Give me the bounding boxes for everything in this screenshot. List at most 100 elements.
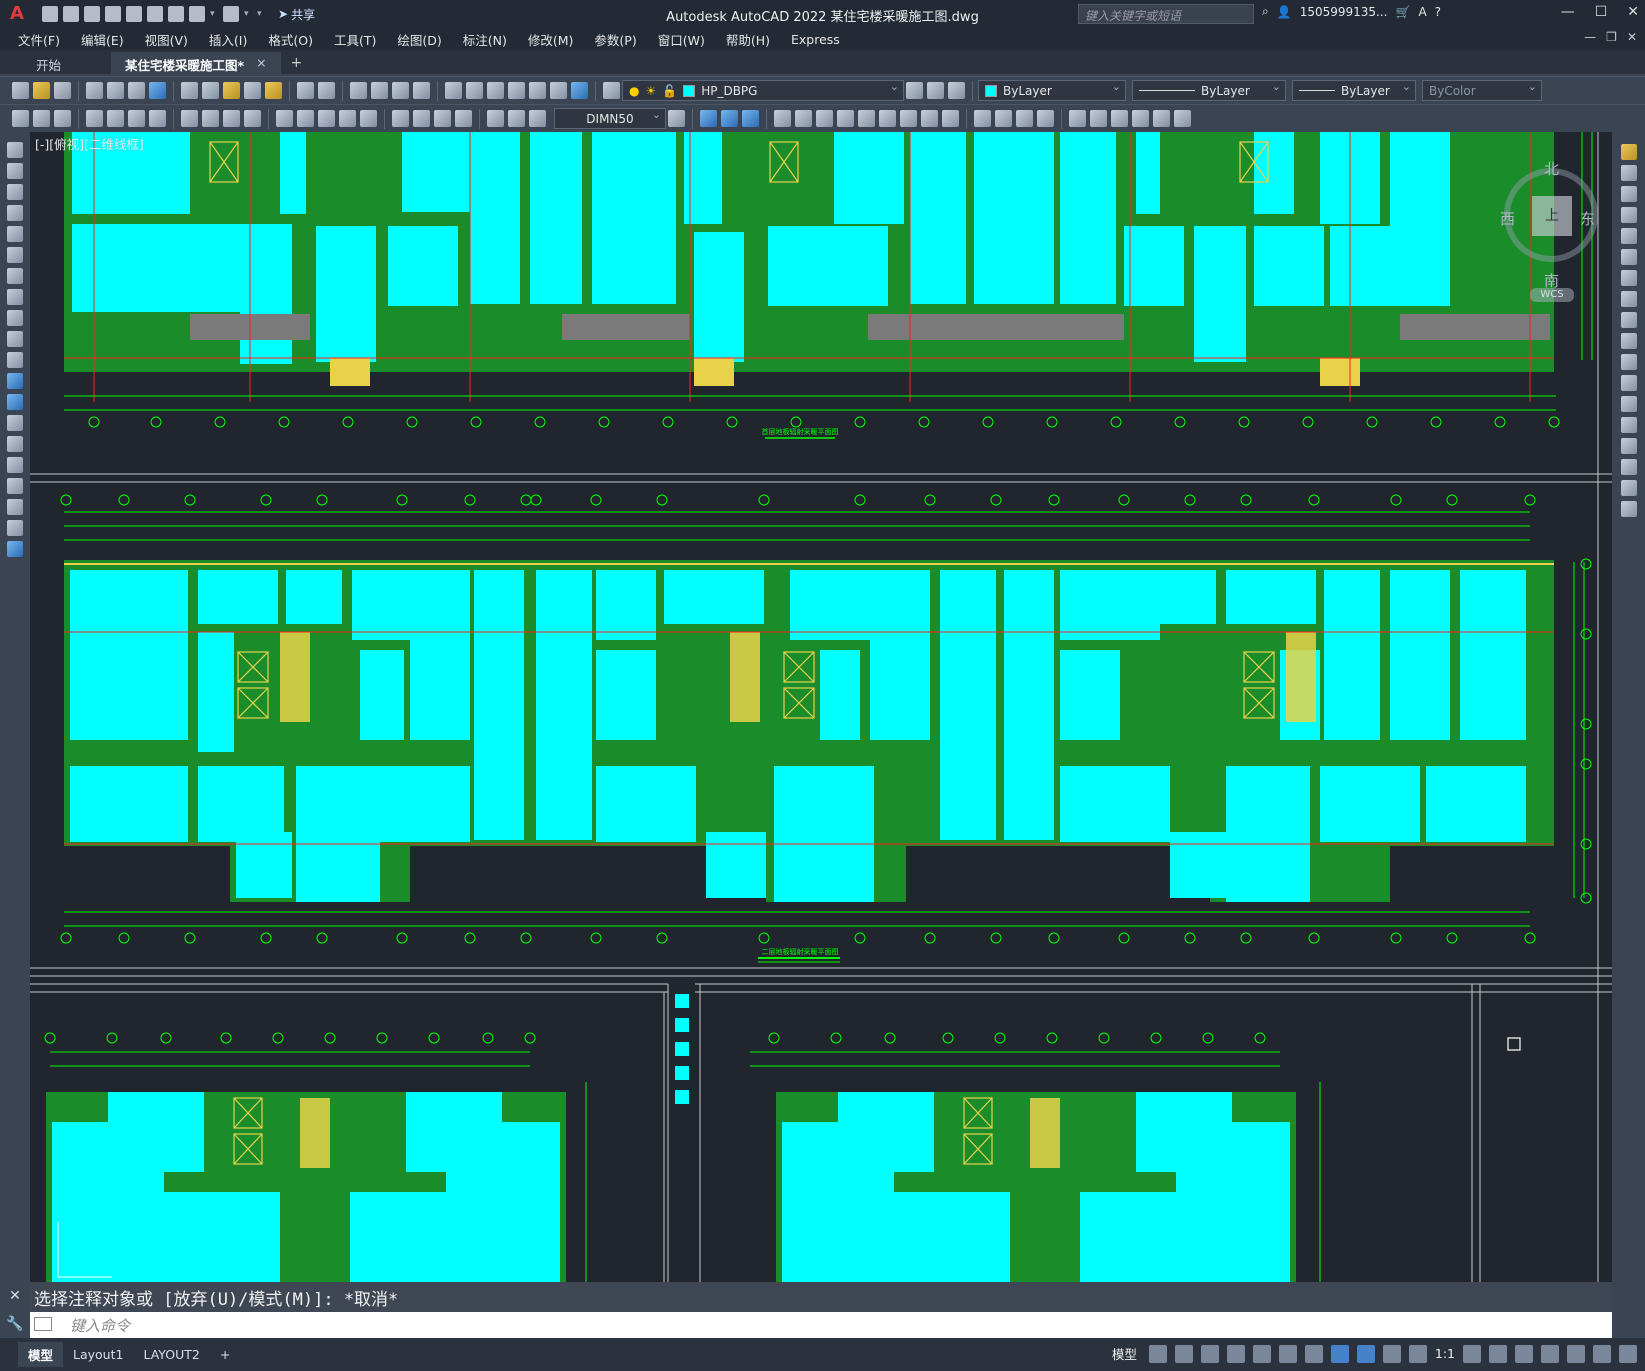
menu-edit[interactable]: 编辑(E) bbox=[81, 30, 136, 49]
user-name[interactable]: 1505999135... bbox=[1300, 5, 1388, 19]
save-icon[interactable] bbox=[84, 6, 100, 22]
menu-view[interactable]: 视图(V) bbox=[145, 30, 200, 49]
markup-icon[interactable] bbox=[529, 82, 546, 99]
layer-states-icon[interactable] bbox=[948, 82, 965, 99]
make-block-icon[interactable] bbox=[7, 394, 23, 410]
compass-east[interactable]: 东 bbox=[1580, 208, 1595, 229]
3d-dwf-icon[interactable] bbox=[149, 82, 166, 99]
lineweight-icon[interactable] bbox=[1330, 1344, 1349, 1363]
modify-8-icon[interactable] bbox=[858, 110, 875, 127]
dimension-space-icon[interactable] bbox=[339, 110, 356, 127]
isolate-objects-icon[interactable] bbox=[1567, 1344, 1585, 1363]
ortho-icon[interactable] bbox=[1200, 1344, 1219, 1363]
dimension-update-icon[interactable] bbox=[529, 110, 546, 127]
copy-icon[interactable] bbox=[202, 82, 219, 99]
polar-icon[interactable] bbox=[1226, 1344, 1245, 1363]
fillet-icon[interactable] bbox=[1620, 459, 1637, 475]
move-icon[interactable] bbox=[1620, 249, 1637, 265]
break-at-point-icon[interactable] bbox=[1620, 375, 1637, 391]
ellipse-icon[interactable] bbox=[7, 331, 23, 347]
paste-icon[interactable] bbox=[223, 82, 240, 99]
isodraft-icon[interactable] bbox=[1252, 1344, 1271, 1363]
blend-curves-icon[interactable] bbox=[1620, 480, 1637, 496]
explode-icon[interactable] bbox=[1620, 501, 1637, 517]
modify-17-icon[interactable] bbox=[1069, 110, 1086, 127]
command-prompt-icon[interactable] bbox=[34, 1317, 52, 1331]
tab-close-icon[interactable]: × bbox=[256, 55, 266, 71]
search-input[interactable]: 键入关键字或短语 bbox=[1078, 4, 1254, 24]
workspace-gear-icon[interactable] bbox=[1463, 1344, 1481, 1363]
join-icon[interactable] bbox=[1620, 417, 1637, 433]
zoom-window-icon[interactable] bbox=[392, 82, 409, 99]
multiline-text-icon[interactable] bbox=[7, 520, 23, 536]
undo-dropdown-icon[interactable]: ▾ bbox=[210, 9, 218, 19]
add-layout-button[interactable]: + bbox=[210, 1344, 240, 1365]
customize-command-icon[interactable]: 🔧 bbox=[6, 1316, 23, 1332]
center-mark-icon[interactable] bbox=[413, 110, 430, 127]
modify-10-icon[interactable] bbox=[900, 110, 917, 127]
diameter-dimension-icon[interactable] bbox=[223, 110, 240, 127]
modify-5-icon[interactable] bbox=[795, 110, 812, 127]
modify-18-icon[interactable] bbox=[1090, 110, 1107, 127]
inspection-icon[interactable] bbox=[434, 110, 451, 127]
maximize-icon[interactable]: ☐ bbox=[1595, 4, 1608, 20]
modify-22-icon[interactable] bbox=[1174, 110, 1191, 127]
layout-tab-layout1[interactable]: Layout1 bbox=[63, 1344, 133, 1365]
save-as-icon[interactable] bbox=[105, 6, 121, 22]
new-file-icon[interactable] bbox=[42, 6, 58, 22]
annotation-scale-icon[interactable] bbox=[1408, 1344, 1427, 1363]
zoom-realtime-icon[interactable] bbox=[371, 82, 388, 99]
close-icon[interactable]: ✕ bbox=[1627, 4, 1639, 20]
chamfer-icon[interactable] bbox=[1620, 438, 1637, 454]
aligned-dimension-icon[interactable] bbox=[107, 110, 124, 127]
undo-icon[interactable] bbox=[189, 6, 205, 22]
point-icon[interactable] bbox=[7, 415, 23, 431]
tool-palettes-icon[interactable] bbox=[487, 82, 504, 99]
menu-file[interactable]: 文件(F) bbox=[18, 30, 72, 49]
command-input[interactable]: 键入命令 bbox=[30, 1312, 1612, 1338]
quick-properties-icon[interactable] bbox=[1541, 1344, 1559, 1363]
rectangle-icon[interactable] bbox=[7, 226, 23, 242]
polyline-icon[interactable] bbox=[7, 184, 23, 200]
angular-dimension-icon[interactable] bbox=[244, 110, 261, 127]
redo-icon[interactable] bbox=[318, 82, 335, 99]
viewport-controls[interactable]: [-][俯视][二维线框] bbox=[35, 134, 144, 153]
help-icon[interactable]: ? bbox=[1435, 5, 1441, 19]
insert-block-icon[interactable] bbox=[7, 373, 23, 389]
publish-icon[interactable] bbox=[128, 82, 145, 99]
match-properties-icon[interactable] bbox=[244, 82, 261, 99]
viewcube-face[interactable]: 上 bbox=[1532, 196, 1572, 236]
construction-line-icon[interactable] bbox=[7, 163, 23, 179]
add-selected-icon[interactable] bbox=[7, 541, 23, 557]
zoom-previous-icon[interactable] bbox=[413, 82, 430, 99]
sheet-set-icon[interactable] bbox=[508, 82, 525, 99]
menu-help[interactable]: 帮助(H) bbox=[726, 30, 782, 49]
annotation-visibility-icon[interactable] bbox=[1356, 1344, 1375, 1363]
erase-icon[interactable] bbox=[1620, 144, 1637, 160]
tab-drawing[interactable]: 某住宅楼采暖施工图* × bbox=[111, 52, 281, 74]
scale-icon[interactable] bbox=[1620, 291, 1637, 307]
layer-properties-icon[interactable] bbox=[603, 82, 620, 99]
continue-dimension-icon[interactable] bbox=[318, 110, 335, 127]
modify-1-icon[interactable] bbox=[700, 110, 717, 127]
layout-tab-model[interactable]: 模型 bbox=[18, 1342, 64, 1367]
open-file-icon[interactable] bbox=[63, 6, 79, 22]
modify-3-icon[interactable] bbox=[742, 110, 759, 127]
revision-cloud-icon[interactable] bbox=[7, 289, 23, 305]
line-icon[interactable] bbox=[7, 142, 23, 158]
menu-draw[interactable]: 绘图(D) bbox=[397, 30, 453, 49]
make-current-layer-icon[interactable] bbox=[906, 82, 923, 99]
jogged-linear-icon[interactable] bbox=[455, 110, 472, 127]
object-snap-icon[interactable] bbox=[1304, 1344, 1323, 1363]
customize-qa-icon[interactable]: ▾ bbox=[257, 9, 265, 19]
modify-19-icon[interactable] bbox=[1111, 110, 1128, 127]
modify-20-icon[interactable] bbox=[1132, 110, 1149, 127]
menu-dimension[interactable]: 标注(N) bbox=[463, 30, 519, 49]
snap-icon[interactable] bbox=[1174, 1344, 1193, 1363]
tab-start[interactable]: 开始 bbox=[22, 52, 75, 74]
gradient-icon[interactable] bbox=[7, 457, 23, 473]
undo-icon[interactable] bbox=[297, 82, 314, 99]
modify-6-icon[interactable] bbox=[816, 110, 833, 127]
offset-icon[interactable] bbox=[1620, 207, 1637, 223]
linear-dimension-icon[interactable] bbox=[86, 110, 103, 127]
